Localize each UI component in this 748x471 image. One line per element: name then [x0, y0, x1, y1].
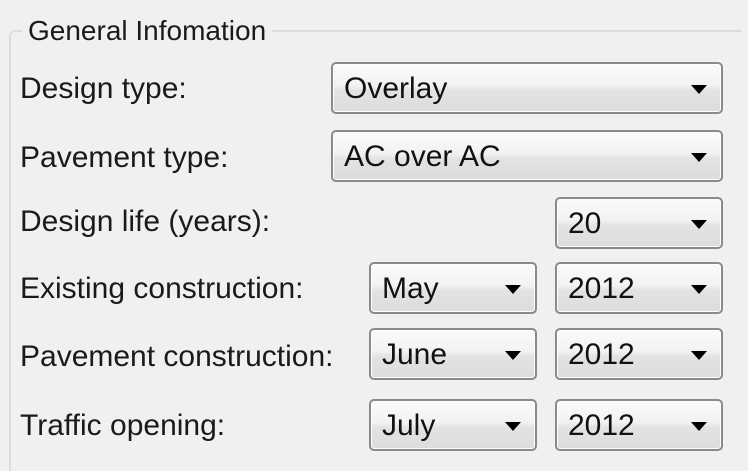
traffic-opening-month-dropdown[interactable]: July	[369, 399, 537, 451]
chevron-down-icon	[505, 351, 521, 360]
chevron-down-icon	[691, 285, 707, 294]
traffic-opening-year-value: 2012	[568, 409, 635, 442]
existing-construction-label: Existing construction:	[20, 272, 304, 305]
existing-construction-year-dropdown[interactable]: 2012	[555, 262, 723, 314]
design-life-value: 20	[568, 207, 602, 240]
chevron-down-icon	[505, 422, 521, 431]
pavement-construction-year-value: 2012	[568, 338, 635, 371]
design-type-label: Design type:	[20, 72, 187, 105]
chevron-down-icon	[691, 153, 707, 162]
traffic-opening-month-value: July	[382, 409, 436, 442]
pavement-type-value: AC over AC	[344, 140, 501, 173]
existing-construction-year-value: 2012	[568, 272, 635, 305]
design-type-value: Overlay	[344, 72, 448, 105]
pavement-construction-year-dropdown[interactable]: 2012	[555, 328, 723, 380]
group-title: General Infomation	[22, 14, 273, 48]
general-information-panel: General Infomation Design type: Overlay …	[0, 0, 748, 471]
design-life-label: Design life (years):	[20, 205, 271, 238]
chevron-down-icon	[691, 422, 707, 431]
existing-construction-month-value: May	[382, 272, 439, 305]
pavement-construction-month-dropdown[interactable]: June	[369, 328, 537, 380]
pavement-type-label: Pavement type:	[20, 141, 229, 174]
pavement-construction-label: Pavement construction:	[20, 340, 334, 373]
design-type-dropdown[interactable]: Overlay	[331, 62, 723, 114]
chevron-down-icon	[691, 85, 707, 94]
chevron-down-icon	[691, 351, 707, 360]
pavement-type-dropdown[interactable]: AC over AC	[331, 130, 723, 182]
traffic-opening-label: Traffic opening:	[20, 409, 226, 442]
pavement-construction-month-value: June	[382, 338, 448, 371]
design-life-dropdown[interactable]: 20	[555, 197, 723, 249]
existing-construction-month-dropdown[interactable]: May	[369, 262, 537, 314]
chevron-down-icon	[505, 285, 521, 294]
traffic-opening-year-dropdown[interactable]: 2012	[555, 399, 723, 451]
chevron-down-icon	[691, 220, 707, 229]
